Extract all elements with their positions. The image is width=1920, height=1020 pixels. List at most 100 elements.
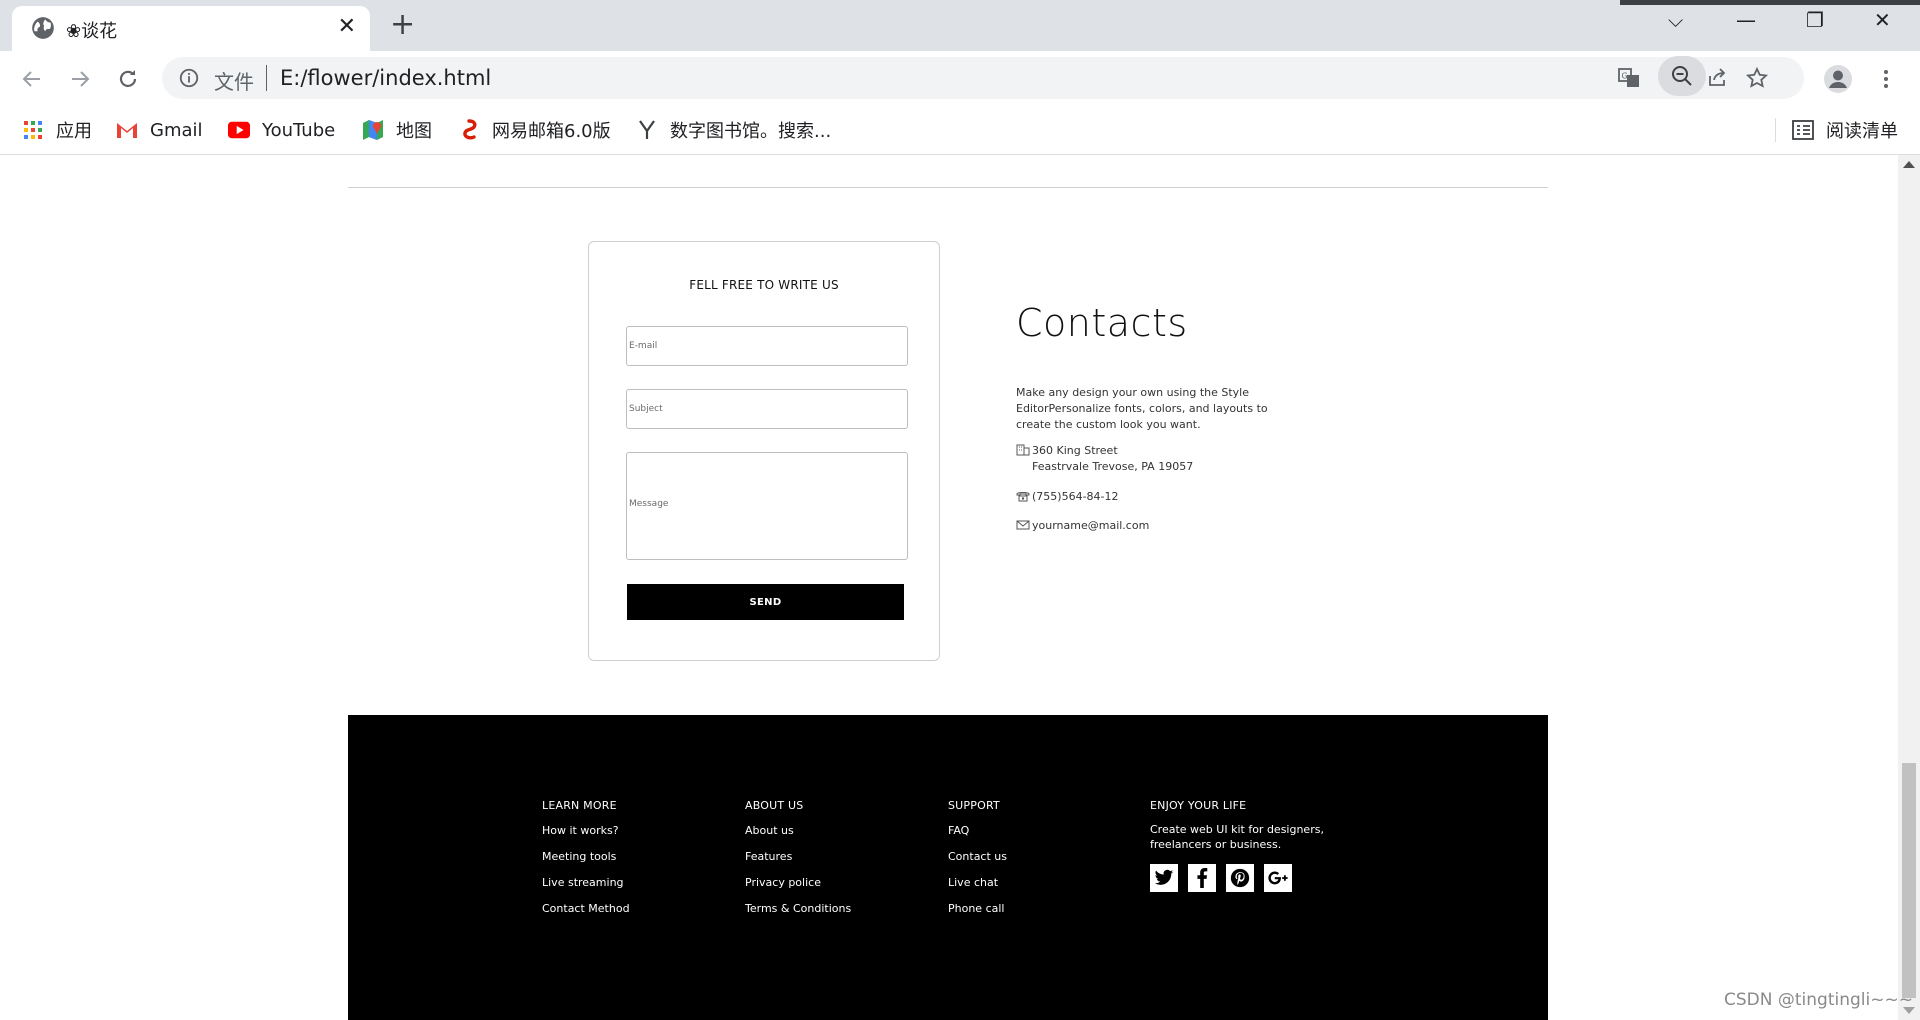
page-viewport: FELL FREE TO WRITE US SEND Contacts Make… — [0, 155, 1898, 1020]
share-button[interactable] — [1702, 63, 1732, 93]
footer-link[interactable]: Contact Method — [542, 901, 630, 916]
address-bar[interactable]: 文件 G — [162, 57, 1804, 99]
watermark-text: CSDN @tingtingli~~~ — [1724, 990, 1913, 1010]
footer-link[interactable]: Privacy police — [745, 875, 851, 890]
footer-link[interactable]: Features — [745, 849, 851, 864]
kebab-menu-icon — [1884, 70, 1888, 88]
zoom-button[interactable] — [1658, 56, 1706, 96]
menu-button[interactable] — [1870, 63, 1902, 95]
address-separator — [266, 65, 267, 91]
phone-line: (755)564-84-12 — [1016, 489, 1119, 505]
building-icon — [1016, 444, 1030, 456]
email-line: yourname@mail.com — [1016, 518, 1149, 534]
footer-link[interactable]: Live chat — [948, 875, 1007, 890]
info-icon[interactable] — [178, 67, 200, 89]
email-field[interactable] — [626, 326, 908, 366]
restore-button[interactable]: ❐ — [1806, 8, 1824, 32]
share-icon — [1709, 68, 1726, 86]
bookmark-star-button[interactable] — [1742, 63, 1772, 93]
tab-title: ❀谈花 — [66, 21, 118, 42]
send-button[interactable]: SEND — [627, 584, 904, 620]
footer-heading: LEARN MORE — [542, 799, 617, 812]
footer-col-enjoy: ENJOY YOUR LIFE Create web UI kit for de… — [1150, 799, 1330, 892]
bookmark-library[interactable]: 数字图书馆。搜索... — [636, 116, 831, 144]
translate-icon: G — [1618, 68, 1639, 87]
twitter-button[interactable] — [1150, 864, 1178, 892]
footer-link[interactable]: How it works? — [542, 823, 630, 838]
close-window-button[interactable]: ✕ — [1874, 8, 1891, 32]
minimize-button[interactable]: — — [1736, 8, 1756, 32]
contacts-description: Make any design your own using the Style… — [1016, 386, 1268, 431]
back-button[interactable] — [16, 63, 48, 95]
reload-icon — [119, 70, 137, 87]
google-plus-icon — [1268, 871, 1288, 885]
facebook-icon — [1197, 868, 1208, 888]
forward-arrow-icon — [72, 71, 90, 87]
twitter-icon — [1154, 869, 1174, 885]
pinterest-button[interactable] — [1226, 864, 1254, 892]
phone-number: (755)564-84-12 — [1032, 490, 1119, 503]
back-arrow-icon — [22, 71, 40, 87]
translate-button[interactable]: G — [1614, 63, 1644, 93]
forward-button[interactable] — [64, 63, 96, 95]
bookmark-maps[interactable]: 地图 — [362, 116, 432, 144]
footer-link[interactable]: About us — [745, 823, 851, 838]
contacts-section: Contacts Make any design your own using … — [1016, 301, 1286, 532]
footer-heading: ENJOY YOUR LIFE — [1150, 799, 1247, 812]
form-title: FELL FREE TO WRITE US — [689, 278, 839, 292]
bookmark-youtube[interactable]: YouTube — [228, 116, 335, 144]
bookmark-label: Gmail — [150, 119, 203, 141]
section-divider — [348, 187, 1548, 188]
youtube-icon — [228, 119, 250, 141]
footer-link[interactable]: FAQ — [948, 823, 1007, 838]
contacts-title: Contacts — [1016, 301, 1188, 345]
footer-link[interactable]: Terms & Conditions — [745, 901, 851, 916]
footer-heading: ABOUT US — [745, 799, 804, 812]
google-plus-button[interactable] — [1264, 864, 1292, 892]
new-tab-button[interactable]: + — [390, 8, 415, 42]
message-field[interactable] — [626, 452, 908, 560]
globe-icon — [32, 17, 54, 39]
vertical-scrollbar[interactable] — [1898, 155, 1920, 1020]
security-label: 文件 — [214, 70, 254, 94]
avatar-icon — [1824, 65, 1852, 93]
bookmarks-separator — [1775, 118, 1776, 142]
bookmark-label: YouTube — [262, 119, 336, 141]
scroll-up-arrow-icon[interactable] — [1903, 161, 1915, 168]
scroll-thumb[interactable] — [1902, 763, 1916, 998]
footer-link[interactable]: Live streaming — [542, 875, 630, 890]
subject-field[interactable] — [626, 389, 908, 429]
profile-button[interactable] — [1822, 63, 1854, 95]
footer-heading: SUPPORT — [948, 799, 1000, 812]
tab-search-icon[interactable]: ⌵ — [1668, 8, 1683, 32]
gmail-icon — [116, 119, 138, 141]
footer-link[interactable]: Phone call — [948, 901, 1007, 916]
address-line: 360 King Street Feastrvale Trevose, PA 1… — [1016, 443, 1193, 475]
bookmark-apps[interactable]: 应用 — [22, 116, 92, 144]
reading-list-icon — [1792, 119, 1814, 141]
footer-enjoy-text: Create web UI kit for designers, freelan… — [1150, 823, 1324, 851]
phone-icon — [1016, 492, 1030, 502]
bookmark-gmail[interactable]: Gmail — [116, 116, 203, 144]
browser-toolbar: 文件 G — [0, 51, 1920, 106]
tab-active[interactable]: ❀谈花 ✕ — [12, 6, 370, 51]
footer-col-learn-more: LEARN MORE How it works? Meeting tools L… — [542, 799, 630, 916]
maps-icon — [362, 119, 384, 141]
reading-list-button[interactable]: 阅读清单 — [1792, 116, 1898, 144]
page-footer: LEARN MORE How it works? Meeting tools L… — [348, 715, 1548, 1020]
bookmark-label: 数字图书馆。搜索... — [670, 121, 832, 142]
bookmarks-bar: 应用 Gmail YouTube 地图 网易邮箱6.0版 数字图书馆。搜索... — [0, 106, 1920, 155]
footer-link[interactable]: Contact us — [948, 849, 1007, 864]
footer-col-about-us: ABOUT US About us Features Privacy polic… — [745, 799, 851, 916]
reload-button[interactable] — [112, 63, 144, 95]
tab-close-icon[interactable]: ✕ — [338, 14, 356, 39]
url-input[interactable] — [278, 61, 1282, 95]
title-accent-bar — [1620, 0, 1920, 5]
contact-form-card: FELL FREE TO WRITE US SEND — [588, 241, 940, 661]
footer-link[interactable]: Meeting tools — [542, 849, 630, 864]
bookmark-netease-mail[interactable]: 网易邮箱6.0版 — [458, 116, 611, 144]
address-line-2: Feastrvale Trevose, PA 19057 — [1032, 460, 1194, 473]
zoom-out-icon — [1672, 66, 1692, 86]
facebook-button[interactable] — [1188, 864, 1216, 892]
bookmark-label: 网易邮箱6.0版 — [492, 121, 611, 142]
